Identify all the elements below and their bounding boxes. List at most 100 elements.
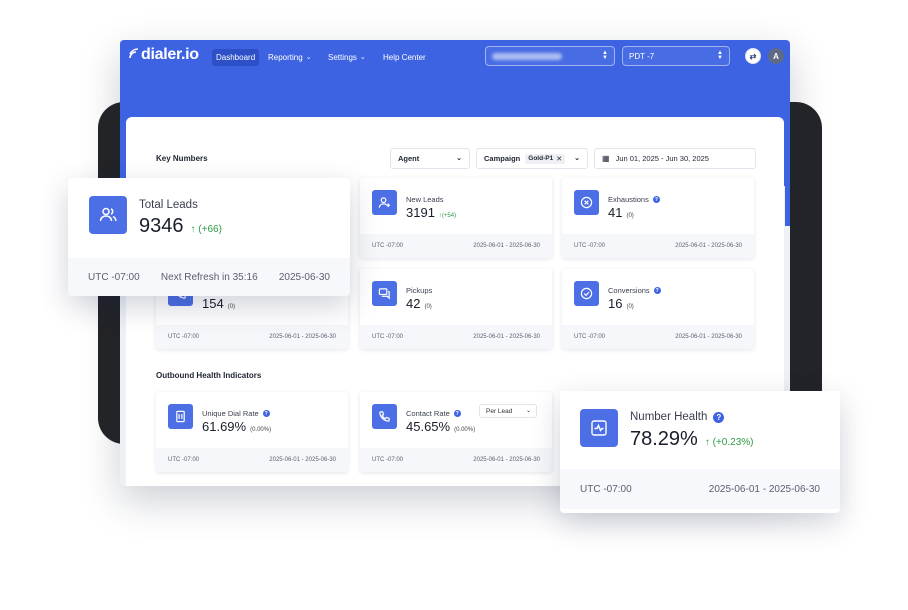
card-title: Total Leads (139, 199, 198, 211)
card-value: 3191 (406, 205, 435, 220)
card-value: 45.65% (406, 419, 451, 434)
new-leads-card[interactable]: New Leads 3191 ↑(+54) UTC -07:00 2025-06-… (360, 178, 552, 258)
unique-dial-rate-card[interactable]: Unique Dial Rate? 61.69% (0.00%) UTC -07… (156, 392, 348, 472)
contact-rate-card[interactable]: Contact Rate? Per Lead ⌄ 45.65% (0.00%) … (360, 392, 552, 472)
card-delta: ↑ (+0.23%) (705, 437, 754, 448)
nav-settings[interactable]: Settings ⌄ (324, 49, 370, 66)
per-lead-select[interactable]: Per Lead ⌄ (479, 404, 537, 418)
campaign-filter[interactable]: Campaign Gold-P1 ✕ ⌄ (476, 148, 588, 169)
nav-reporting[interactable]: Reporting ⌄ (264, 49, 316, 66)
campaign-filter-label: Campaign (484, 154, 521, 163)
card-timezone: UTC -07:00 (580, 483, 632, 495)
number-health-card[interactable]: Number Health? 78.29% ↑ (+0.23%) UTC -07… (560, 391, 840, 513)
conversions-card[interactable]: Conversions? 16 (0) UTC -07:00 2025-06-01… (562, 269, 754, 349)
card-delta: (0.00%) (250, 427, 272, 433)
pickups-card[interactable]: Pickups 42 (0) UTC -07:00 2025-06-01 - 20… (360, 269, 552, 349)
card-range: 2025-06-01 - 2025-06-30 (675, 243, 742, 249)
brand-name: dialer.io (141, 46, 199, 63)
date-range-filter[interactable]: ▦ Jun 01, 2025 - Jun 30, 2025 (594, 148, 756, 169)
phone-icon (372, 404, 397, 429)
card-timezone: UTC -07:00 (168, 457, 200, 463)
avatar-initial: A (773, 51, 779, 61)
campaign-chip-label: Gold-P1 (528, 155, 554, 162)
chevron-down-icon: ⌄ (574, 155, 580, 162)
outbound-health-title: Outbound Health Indicators (156, 371, 262, 380)
pulse-icon (580, 409, 618, 447)
nav-dashboard[interactable]: Dashboard (212, 49, 260, 66)
close-icon[interactable]: ✕ (556, 155, 562, 163)
card-value: 154 (202, 296, 224, 311)
account-select[interactable]: ▲ ▼ (485, 46, 615, 66)
top-navbar: dialer.io Dashboard Reporting ⌄ Settings… (120, 40, 790, 74)
help-icon[interactable]: ? (453, 410, 461, 417)
signal-icon (129, 48, 139, 59)
card-delta: (0) (424, 304, 432, 310)
card-title: Exhaustions (608, 195, 649, 204)
updown-chevron-icon: ▲ ▼ (602, 50, 608, 61)
card-date: 2025-06-30 (278, 271, 330, 283)
nav-settings-label: Settings (328, 53, 357, 62)
card-timezone: UTC -07:00 (574, 334, 606, 340)
card-delta: (0) (227, 304, 236, 310)
timezone-select[interactable]: PDT -7 ▲ ▼ (622, 46, 730, 66)
language-icon[interactable]: ⇄ (745, 48, 761, 64)
brand-logo[interactable]: dialer.io (128, 46, 199, 64)
nav-reporting-label: Reporting (268, 53, 303, 62)
card-title: Contact Rate (406, 409, 450, 418)
nav-help-center[interactable]: Help Center (379, 49, 430, 66)
card-timezone: UTC -07:00 (372, 243, 404, 249)
card-value: 41 (608, 205, 623, 220)
card-timezone: UTC -07:00 (372, 457, 404, 463)
card-title: Conversions (608, 286, 650, 295)
agent-filter[interactable]: Agent ⌄ (390, 148, 470, 169)
card-title: Unique Dial Rate (202, 409, 259, 418)
per-lead-value: Per Lead (486, 407, 513, 415)
card-delta: ↑ (+66) (191, 224, 222, 235)
card-delta-value: (+54) (441, 213, 457, 219)
nav-help-center-label: Help Center (383, 53, 426, 62)
key-numbers-title: Key Numbers (156, 154, 208, 163)
arrow-up-icon: ↑ (704, 437, 710, 448)
help-icon[interactable]: ? (653, 287, 661, 294)
sim-card-icon (168, 404, 193, 429)
card-value: 16 (608, 296, 623, 311)
card-title: Pickups (406, 286, 433, 295)
card-timezone: UTC -07:00 (168, 334, 200, 340)
chat-icon (372, 281, 397, 306)
scrollbar-thumb[interactable] (785, 180, 790, 226)
campaign-chip[interactable]: Gold-P1 ✕ (525, 153, 566, 164)
card-range: 2025-06-01 - 2025-06-30 (473, 457, 540, 463)
exhaustions-card[interactable]: Exhaustions? 41 (0) UTC -07:00 2025-06-01… (562, 178, 754, 258)
date-range-value: Jun 01, 2025 - Jun 30, 2025 (615, 154, 709, 163)
card-delta: (0) (626, 213, 634, 219)
avatar[interactable]: A (768, 48, 784, 64)
help-icon[interactable]: ? (713, 411, 725, 423)
card-title: New Leads (406, 195, 444, 204)
card-range: 2025-06-01 - 2025-06-30 (269, 334, 336, 340)
card-value: 9346 (139, 215, 184, 237)
nav-dashboard-label: Dashboard (216, 53, 256, 62)
card-title: Number Health (630, 411, 708, 423)
total-leads-card[interactable]: Total Leads 9346 ↑ (+66) UTC -07:00 Next… (68, 178, 350, 296)
card-timezone: UTC -07:00 (88, 271, 140, 283)
card-range: 2025-06-01 - 2025-06-30 (708, 483, 820, 495)
user-plus-icon (372, 190, 397, 215)
card-timezone: UTC -07:00 (372, 334, 404, 340)
agent-filter-label: Agent (398, 154, 420, 163)
card-value: 78.29% (630, 428, 698, 450)
card-delta-value: (+0.23%) (712, 437, 754, 448)
help-icon[interactable]: ? (652, 196, 660, 203)
help-icon[interactable]: ? (262, 410, 270, 417)
card-delta: ↑(+54) (439, 213, 456, 219)
card-timezone: UTC -07:00 (574, 243, 606, 249)
chevron-down-icon: ⌄ (305, 54, 312, 61)
card-range: 2025-06-01 - 2025-06-30 (675, 334, 742, 340)
users-icon (89, 196, 127, 234)
card-range: 2025-06-01 - 2025-06-30 (473, 334, 540, 340)
redacted-account-name (492, 52, 562, 60)
check-circle-icon (574, 281, 599, 306)
arrow-up-icon: ↑ (190, 224, 196, 235)
x-circle-icon (574, 190, 599, 215)
card-range: 2025-06-01 - 2025-06-30 (269, 457, 336, 463)
chevron-down-icon: ⌄ (359, 54, 366, 61)
